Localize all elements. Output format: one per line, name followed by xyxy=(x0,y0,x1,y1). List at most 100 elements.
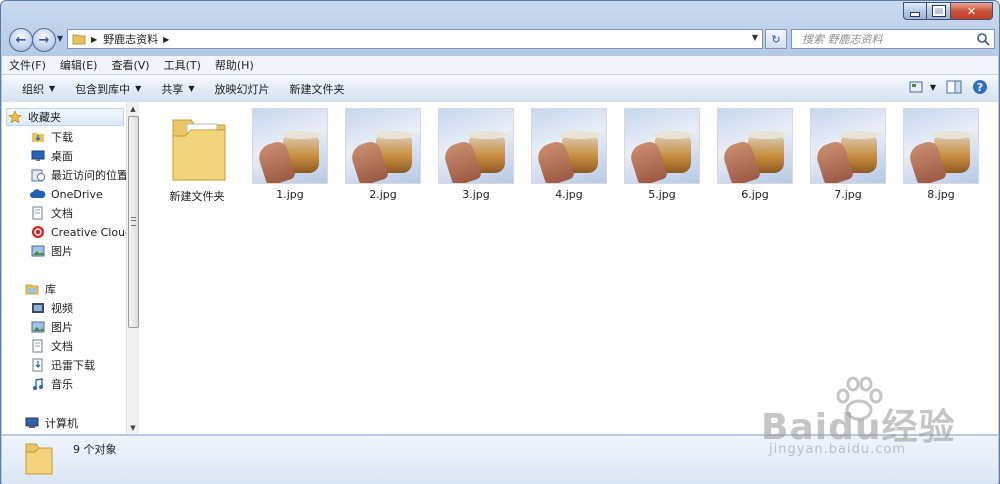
folder-item[interactable]: 新建文件夹 xyxy=(155,108,239,208)
nav-favorites-label: 收藏夹 xyxy=(28,111,61,124)
slideshow-label: 放映幻灯片 xyxy=(214,82,270,96)
nav-videos[interactable]: 视频 xyxy=(30,299,73,317)
watermark: Baidu经验 jingyan.baidu.com xyxy=(761,376,991,466)
file-item[interactable]: 7.jpg xyxy=(806,108,890,208)
file-item[interactable]: 8.jpg xyxy=(899,108,983,208)
file-item[interactable]: 3.jpg xyxy=(434,108,518,208)
svg-text:?: ? xyxy=(977,81,983,94)
nav-library-documents[interactable]: 文档 xyxy=(30,337,73,355)
preview-pane-icon xyxy=(946,80,962,94)
menu-view[interactable]: 查看(V) xyxy=(111,57,149,73)
include-in-library-button[interactable]: 包含到库中 ▼ xyxy=(75,81,141,97)
file-item[interactable]: 2.jpg xyxy=(341,108,425,208)
nav-favorites[interactable]: 收藏夹 xyxy=(6,108,124,126)
preview-pane-button[interactable] xyxy=(946,80,962,94)
nav-recent-places[interactable]: 最近访问的位置 xyxy=(30,166,128,184)
nav-onedrive[interactable]: OneDrive xyxy=(30,185,103,203)
image-thumbnail xyxy=(438,108,514,184)
thunder-download-icon xyxy=(30,358,46,372)
chevron-down-icon: ▼ xyxy=(188,84,195,93)
search-icon[interactable] xyxy=(976,32,990,46)
image-thumbnail xyxy=(810,108,886,184)
file-name: 3.jpg xyxy=(462,188,490,201)
scrollbar-thumb[interactable] xyxy=(128,116,139,328)
chevron-down-icon: ▼ xyxy=(929,82,936,92)
nav-desktop-label: 桌面 xyxy=(51,150,73,163)
nav-creative-cloud[interactable]: Creative Cloud xyxy=(30,223,132,241)
share-button[interactable]: 共享 ▼ xyxy=(161,81,194,97)
chevron-right-icon[interactable]: ▶ xyxy=(163,35,169,44)
menu-bar: 文件(F) 编辑(E) 查看(V) 工具(T) 帮助(H) xyxy=(2,55,998,74)
star-icon xyxy=(7,110,23,124)
file-item[interactable]: 6.jpg xyxy=(713,108,797,208)
back-button[interactable]: ← xyxy=(9,28,33,52)
back-arrow-icon: ← xyxy=(15,32,27,48)
folder-icon xyxy=(25,443,53,475)
file-name: 5.jpg xyxy=(648,188,676,201)
minimize-icon xyxy=(910,11,920,17)
menu-edit[interactable]: 编辑(E) xyxy=(60,57,98,73)
file-item[interactable]: 5.jpg xyxy=(620,108,704,208)
maximize-icon xyxy=(931,5,946,17)
image-thumbnail xyxy=(717,108,793,184)
recent-places-icon xyxy=(30,168,46,182)
address-bar[interactable]: ▶ 野鹿志资料 ▶ ▼ xyxy=(67,29,763,49)
menu-file[interactable]: 文件(F) xyxy=(9,57,46,73)
slideshow-button[interactable]: 放映幻灯片 xyxy=(214,81,269,97)
file-name: 8.jpg xyxy=(927,188,955,201)
minimize-button[interactable] xyxy=(903,2,927,20)
computer-icon xyxy=(24,416,40,430)
new-folder-button[interactable]: 新建文件夹 xyxy=(289,81,344,97)
nav-downloads[interactable]: 下载 xyxy=(30,128,73,146)
chevron-right-icon[interactable]: ▶ xyxy=(91,35,97,44)
nav-computer[interactable]: 计算机 xyxy=(24,414,78,432)
desktop-icon xyxy=(30,149,46,163)
forward-arrow-icon: → xyxy=(38,32,50,48)
help-button[interactable]: ? xyxy=(972,79,988,95)
nav-documents-label: 文档 xyxy=(51,207,73,220)
nav-videos-label: 视频 xyxy=(51,302,73,315)
menu-help[interactable]: 帮助(H) xyxy=(215,57,254,73)
file-name: 6.jpg xyxy=(741,188,769,201)
search-input[interactable] xyxy=(800,31,974,47)
nav-recent-places-label: 最近访问的位置 xyxy=(51,169,128,182)
refresh-button[interactable]: ↻ xyxy=(765,29,787,49)
organize-button[interactable]: 组织 ▼ xyxy=(22,81,55,97)
search-box[interactable] xyxy=(791,29,995,49)
command-bar: 组织 ▼ 包含到库中 ▼ 共享 ▼ 放映幻灯片 新建文件夹 ▼ ? xyxy=(2,74,998,103)
documents-icon xyxy=(30,206,46,220)
image-thumbnail xyxy=(252,108,328,184)
nav-documents[interactable]: 文档 xyxy=(30,204,73,222)
pictures-icon xyxy=(30,320,46,334)
folder-icon xyxy=(172,119,226,181)
image-thumbnail xyxy=(345,108,421,184)
address-history-dropdown-icon[interactable]: ▼ xyxy=(752,33,758,42)
cloud-icon xyxy=(30,187,46,201)
maximize-button[interactable] xyxy=(927,2,951,20)
nav-scrollbar[interactable]: ▲ ▼ xyxy=(126,102,139,434)
file-item[interactable]: 1.jpg xyxy=(248,108,332,208)
help-icon: ? xyxy=(973,80,987,94)
include-in-library-label: 包含到库中 xyxy=(75,82,131,96)
change-view-button[interactable]: ▼ xyxy=(909,81,936,93)
breadcrumb-current[interactable]: 野鹿志资料 xyxy=(103,31,158,47)
nav-library-pictures[interactable]: 图片 xyxy=(30,318,73,336)
image-thumbnail xyxy=(531,108,607,184)
close-button[interactable]: ✕ xyxy=(951,2,993,20)
scroll-up-icon[interactable]: ▲ xyxy=(127,102,139,115)
forward-button[interactable]: → xyxy=(32,28,56,52)
nav-music[interactable]: 音乐 xyxy=(30,375,73,393)
nav-libraries[interactable]: 库 xyxy=(24,280,56,298)
file-item[interactable]: 4.jpg xyxy=(527,108,611,208)
scroll-down-icon[interactable]: ▼ xyxy=(127,421,139,434)
menu-tools[interactable]: 工具(T) xyxy=(164,57,201,73)
nav-library-documents-label: 文档 xyxy=(51,340,73,353)
nav-thunder-downloads[interactable]: 迅雷下载 xyxy=(30,356,95,374)
nav-downloads-label: 下载 xyxy=(51,131,73,144)
window-controls: ✕ xyxy=(903,2,993,20)
watermark-url: jingyan.baidu.com xyxy=(769,442,906,457)
recent-pages-dropdown-icon[interactable]: ▼ xyxy=(57,34,63,43)
nav-desktop[interactable]: 桌面 xyxy=(30,147,73,165)
nav-pictures[interactable]: 图片 xyxy=(30,242,73,260)
nav-computer-label: 计算机 xyxy=(45,417,78,430)
